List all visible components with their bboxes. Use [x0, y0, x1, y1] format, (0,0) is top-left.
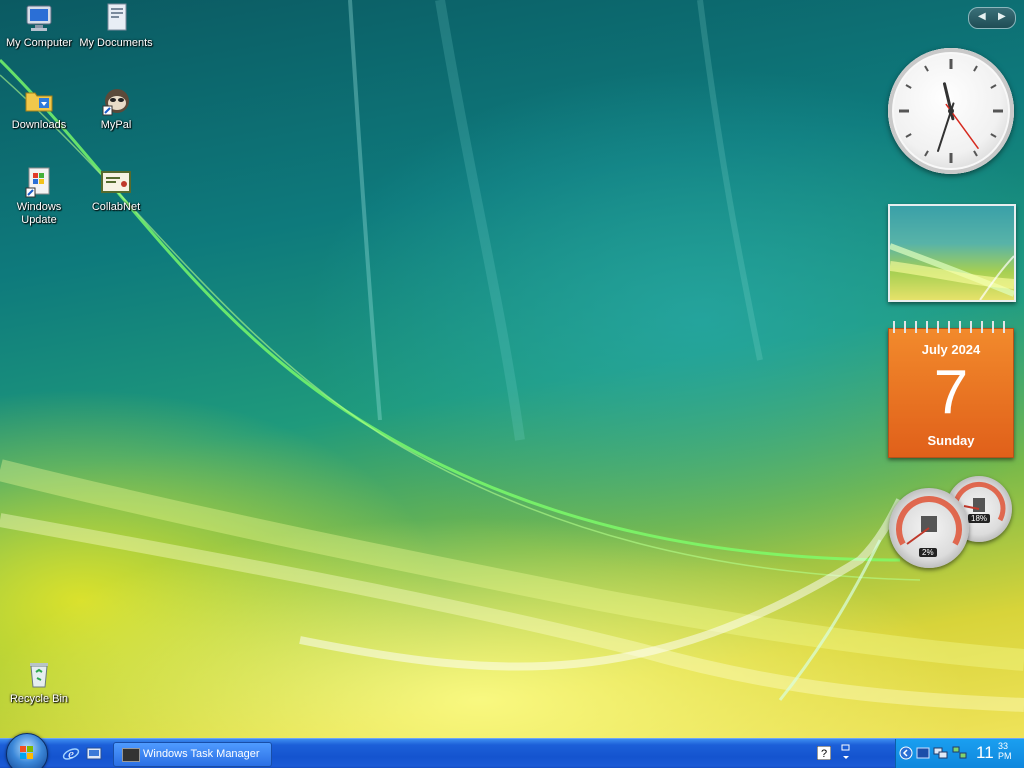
clock-tick [905, 84, 912, 89]
calendar-month-year: July 2024 [921, 342, 981, 357]
svg-text:e: e [68, 746, 74, 761]
start-button[interactable] [6, 733, 48, 768]
taskbar: e Windows Task Manager ? 11 33 PM [0, 733, 1024, 768]
folder-download-icon [25, 92, 53, 112]
calendar-day: 7 [933, 358, 969, 427]
calendar-gadget[interactable]: July 2024 7 Sunday [888, 321, 1014, 458]
windows-logo-icon [20, 746, 33, 759]
my-computer-icon[interactable]: My Computer [0, 2, 78, 50]
calendar-weekday: Sunday [927, 433, 975, 448]
sidebar-nav-control: ◀ ▶ [968, 7, 1016, 29]
taskbar-clock[interactable]: 11 33 PM [976, 741, 1012, 763]
icon-label: Recycle Bin [9, 693, 69, 705]
clock-hour: 11 [976, 743, 994, 762]
internet-explorer-icon[interactable]: e [62, 745, 80, 763]
notification-area: 11 33 PM [895, 739, 1024, 768]
trash-icon [30, 663, 48, 688]
chevron-right-icon[interactable]: ▶ [998, 11, 1006, 22]
clock-tick [990, 84, 997, 89]
clock-tick [973, 65, 978, 72]
my-documents-icon[interactable]: My Documents [77, 2, 155, 50]
chevron-left-icon[interactable]: ◀ [978, 11, 986, 22]
calendar-rings [889, 321, 1013, 333]
network-icon[interactable] [933, 746, 949, 760]
icon-label: Windows Update [16, 201, 62, 226]
mypal-icon[interactable]: MyPal [77, 84, 155, 132]
task-manager-icon [122, 748, 140, 762]
svg-text:?: ? [821, 748, 827, 760]
icon-label: My Computer [5, 37, 73, 49]
clock-tick [973, 150, 978, 157]
memory-value: 18% [968, 514, 991, 523]
recycle-bin-icon[interactable]: Recycle Bin [0, 658, 78, 706]
icon-label: CollabNet [91, 201, 141, 213]
icon-label: My Documents [79, 37, 153, 49]
language-bar-icon[interactable] [840, 743, 852, 763]
task-button-label: Windows Task Manager [143, 748, 260, 760]
clock-center [948, 108, 954, 114]
computer-icon [26, 5, 52, 31]
desktop-wallpaper: My Computer My Documents Downloads MyPal [0, 0, 1024, 738]
windows-update-icon-glyph [25, 167, 50, 198]
clock-tick [990, 133, 997, 138]
icon-label: Downloads [11, 119, 67, 131]
help-icon[interactable]: ? [817, 746, 831, 760]
downloads-icon[interactable]: Downloads [0, 84, 78, 132]
clock-tick [924, 65, 929, 72]
collabnet-icon[interactable]: CollabNet [77, 166, 155, 214]
display-network-icon[interactable] [952, 746, 968, 760]
clock-gadget[interactable] [888, 48, 1014, 174]
windows-update-icon[interactable]: Windows Update [0, 166, 78, 227]
clock-ampm: PM [998, 751, 1012, 761]
raccoon-browser-icon [102, 89, 129, 116]
icon-label: MyPal [100, 119, 132, 131]
show-desktop-icon[interactable] [85, 745, 103, 763]
documents-icon [107, 3, 127, 31]
clock-tick [905, 133, 912, 138]
clock-face [899, 59, 1003, 163]
screen-icon[interactable] [916, 746, 930, 760]
cpu-meter[interactable]: 2% [889, 488, 969, 568]
task-manager-taskbar-button[interactable]: Windows Task Manager [113, 742, 272, 767]
clock-minute: 33 [998, 741, 1009, 751]
cpu-value: 2% [919, 548, 937, 557]
slideshow-gadget[interactable] [888, 204, 1016, 302]
clock-tick [924, 150, 929, 157]
slideshow-image [890, 243, 1014, 300]
certificate-icon [101, 171, 131, 193]
chevron-left-icon[interactable] [899, 746, 913, 760]
